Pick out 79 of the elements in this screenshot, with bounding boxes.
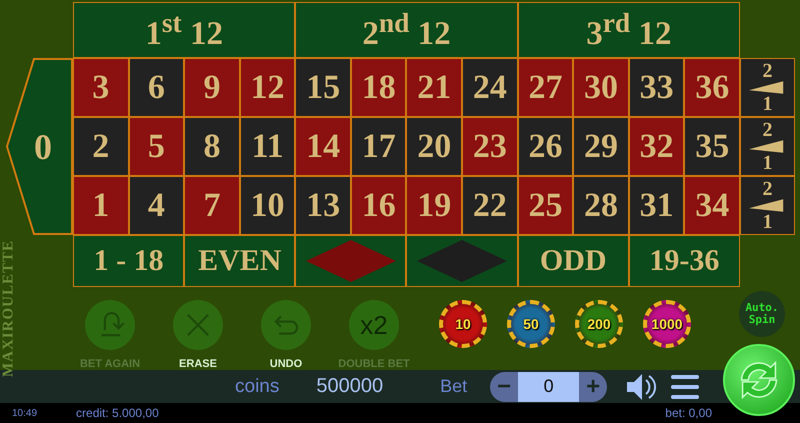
- bet-total-text: bet: 0,00: [665, 406, 712, 420]
- number-bet[interactable]: 24: [462, 58, 518, 117]
- diamond-bet[interactable]: [406, 235, 518, 287]
- number-bet[interactable]: 2: [73, 117, 129, 176]
- brand-text: MAXIROULETTE: [0, 238, 18, 380]
- number-bet[interactable]: 34: [684, 176, 740, 235]
- action-label: BET AGAIN: [80, 358, 140, 370]
- number-bet[interactable]: 22: [462, 176, 518, 235]
- wedge-icon: [749, 199, 786, 212]
- column-bet-bottom: 1: [762, 153, 772, 173]
- number-bet[interactable]: 35: [684, 117, 740, 176]
- column-bet-top: 2: [762, 61, 772, 81]
- number-bet[interactable]: 26: [518, 117, 574, 176]
- dozen-bet[interactable]: 2$^{nd}$ 12: [295, 2, 518, 58]
- action-label: UNDO: [270, 358, 302, 370]
- auto-spin-button[interactable]: Auto. Spin: [739, 291, 785, 337]
- chip[interactable]: 200: [575, 300, 623, 348]
- column-bet-top: 2: [762, 120, 772, 140]
- credit-text: credit: 5.000,00: [76, 406, 159, 420]
- number-bet[interactable]: 30: [573, 58, 629, 117]
- chip[interactable]: 50: [507, 300, 555, 348]
- number-bet[interactable]: 10: [240, 176, 296, 235]
- coins-value: 500000: [316, 375, 384, 398]
- number-bet[interactable]: 32: [628, 117, 684, 176]
- bet-value: 0: [518, 372, 580, 402]
- number-bet[interactable]: 18: [350, 58, 406, 117]
- outside-bet[interactable]: EVEN: [184, 235, 296, 287]
- number-bet[interactable]: 7: [184, 176, 240, 235]
- number-bet[interactable]: 27: [518, 58, 574, 117]
- number-bet[interactable]: 1: [73, 176, 129, 235]
- action-label: ERASE: [179, 358, 217, 370]
- column-bet[interactable]: 2 1: [740, 117, 795, 176]
- outside-bet[interactable]: 1 - 18: [73, 235, 184, 287]
- number-bet[interactable]: 6: [128, 58, 184, 117]
- minus-button[interactable]: −: [490, 372, 518, 402]
- action-label: DOUBLE BET: [338, 358, 410, 370]
- number-bet[interactable]: 31: [628, 176, 684, 235]
- dozen-bet[interactable]: 1$^{st}$ 12: [73, 2, 296, 58]
- number-bet[interactable]: 23: [462, 117, 518, 176]
- number-bet[interactable]: 13: [295, 176, 351, 235]
- column-bet[interactable]: 2 1: [740, 176, 795, 235]
- number-bet[interactable]: 29: [573, 117, 629, 176]
- outside-bet[interactable]: ODD: [518, 235, 629, 287]
- chip[interactable]: 10: [439, 300, 487, 348]
- coins-label: coins: [235, 376, 280, 398]
- column-bet-bottom: 1: [762, 94, 772, 114]
- bet-label: Bet: [440, 376, 468, 397]
- number-bet[interactable]: 17: [350, 117, 406, 176]
- plus-button[interactable]: +: [579, 372, 608, 402]
- diamond-bet[interactable]: [295, 235, 406, 287]
- number-bet[interactable]: 33: [628, 58, 684, 117]
- wedge-icon: [749, 81, 786, 94]
- number-bet[interactable]: 15: [295, 58, 351, 117]
- outside-bet[interactable]: 19-36: [628, 235, 740, 287]
- number-bet[interactable]: 14: [295, 117, 351, 176]
- number-bet[interactable]: 11: [240, 117, 296, 176]
- wedge-icon: [749, 140, 786, 153]
- number-bet[interactable]: 4: [128, 176, 184, 235]
- number-bet[interactable]: 28: [573, 176, 629, 235]
- number-bet[interactable]: 20: [406, 117, 462, 176]
- column-bet-bottom: 1: [762, 212, 772, 232]
- dozen-bet[interactable]: 3$^{rd}$ 12: [518, 2, 740, 58]
- number-bet[interactable]: 16: [350, 176, 406, 235]
- number-bet[interactable]: 36: [684, 58, 740, 117]
- chip[interactable]: 1000: [643, 300, 691, 348]
- number-bet[interactable]: 12: [240, 58, 296, 117]
- menu-icon[interactable]: [671, 374, 700, 400]
- column-bet[interactable]: 2 1: [740, 58, 795, 117]
- number-bet[interactable]: 8: [184, 117, 240, 176]
- number-bet[interactable]: 25: [518, 176, 574, 235]
- number-bet[interactable]: 19: [406, 176, 462, 235]
- number-bet[interactable]: 3: [73, 58, 129, 117]
- clock-time: 10:49: [12, 408, 38, 418]
- number-bet[interactable]: 9: [184, 58, 240, 117]
- number-bet[interactable]: 5: [128, 117, 184, 176]
- speaker-icon[interactable]: [625, 372, 658, 402]
- number-bet[interactable]: 21: [406, 58, 462, 117]
- column-bet-top: 2: [762, 179, 772, 199]
- zero-bet[interactable]: 0: [5, 58, 73, 235]
